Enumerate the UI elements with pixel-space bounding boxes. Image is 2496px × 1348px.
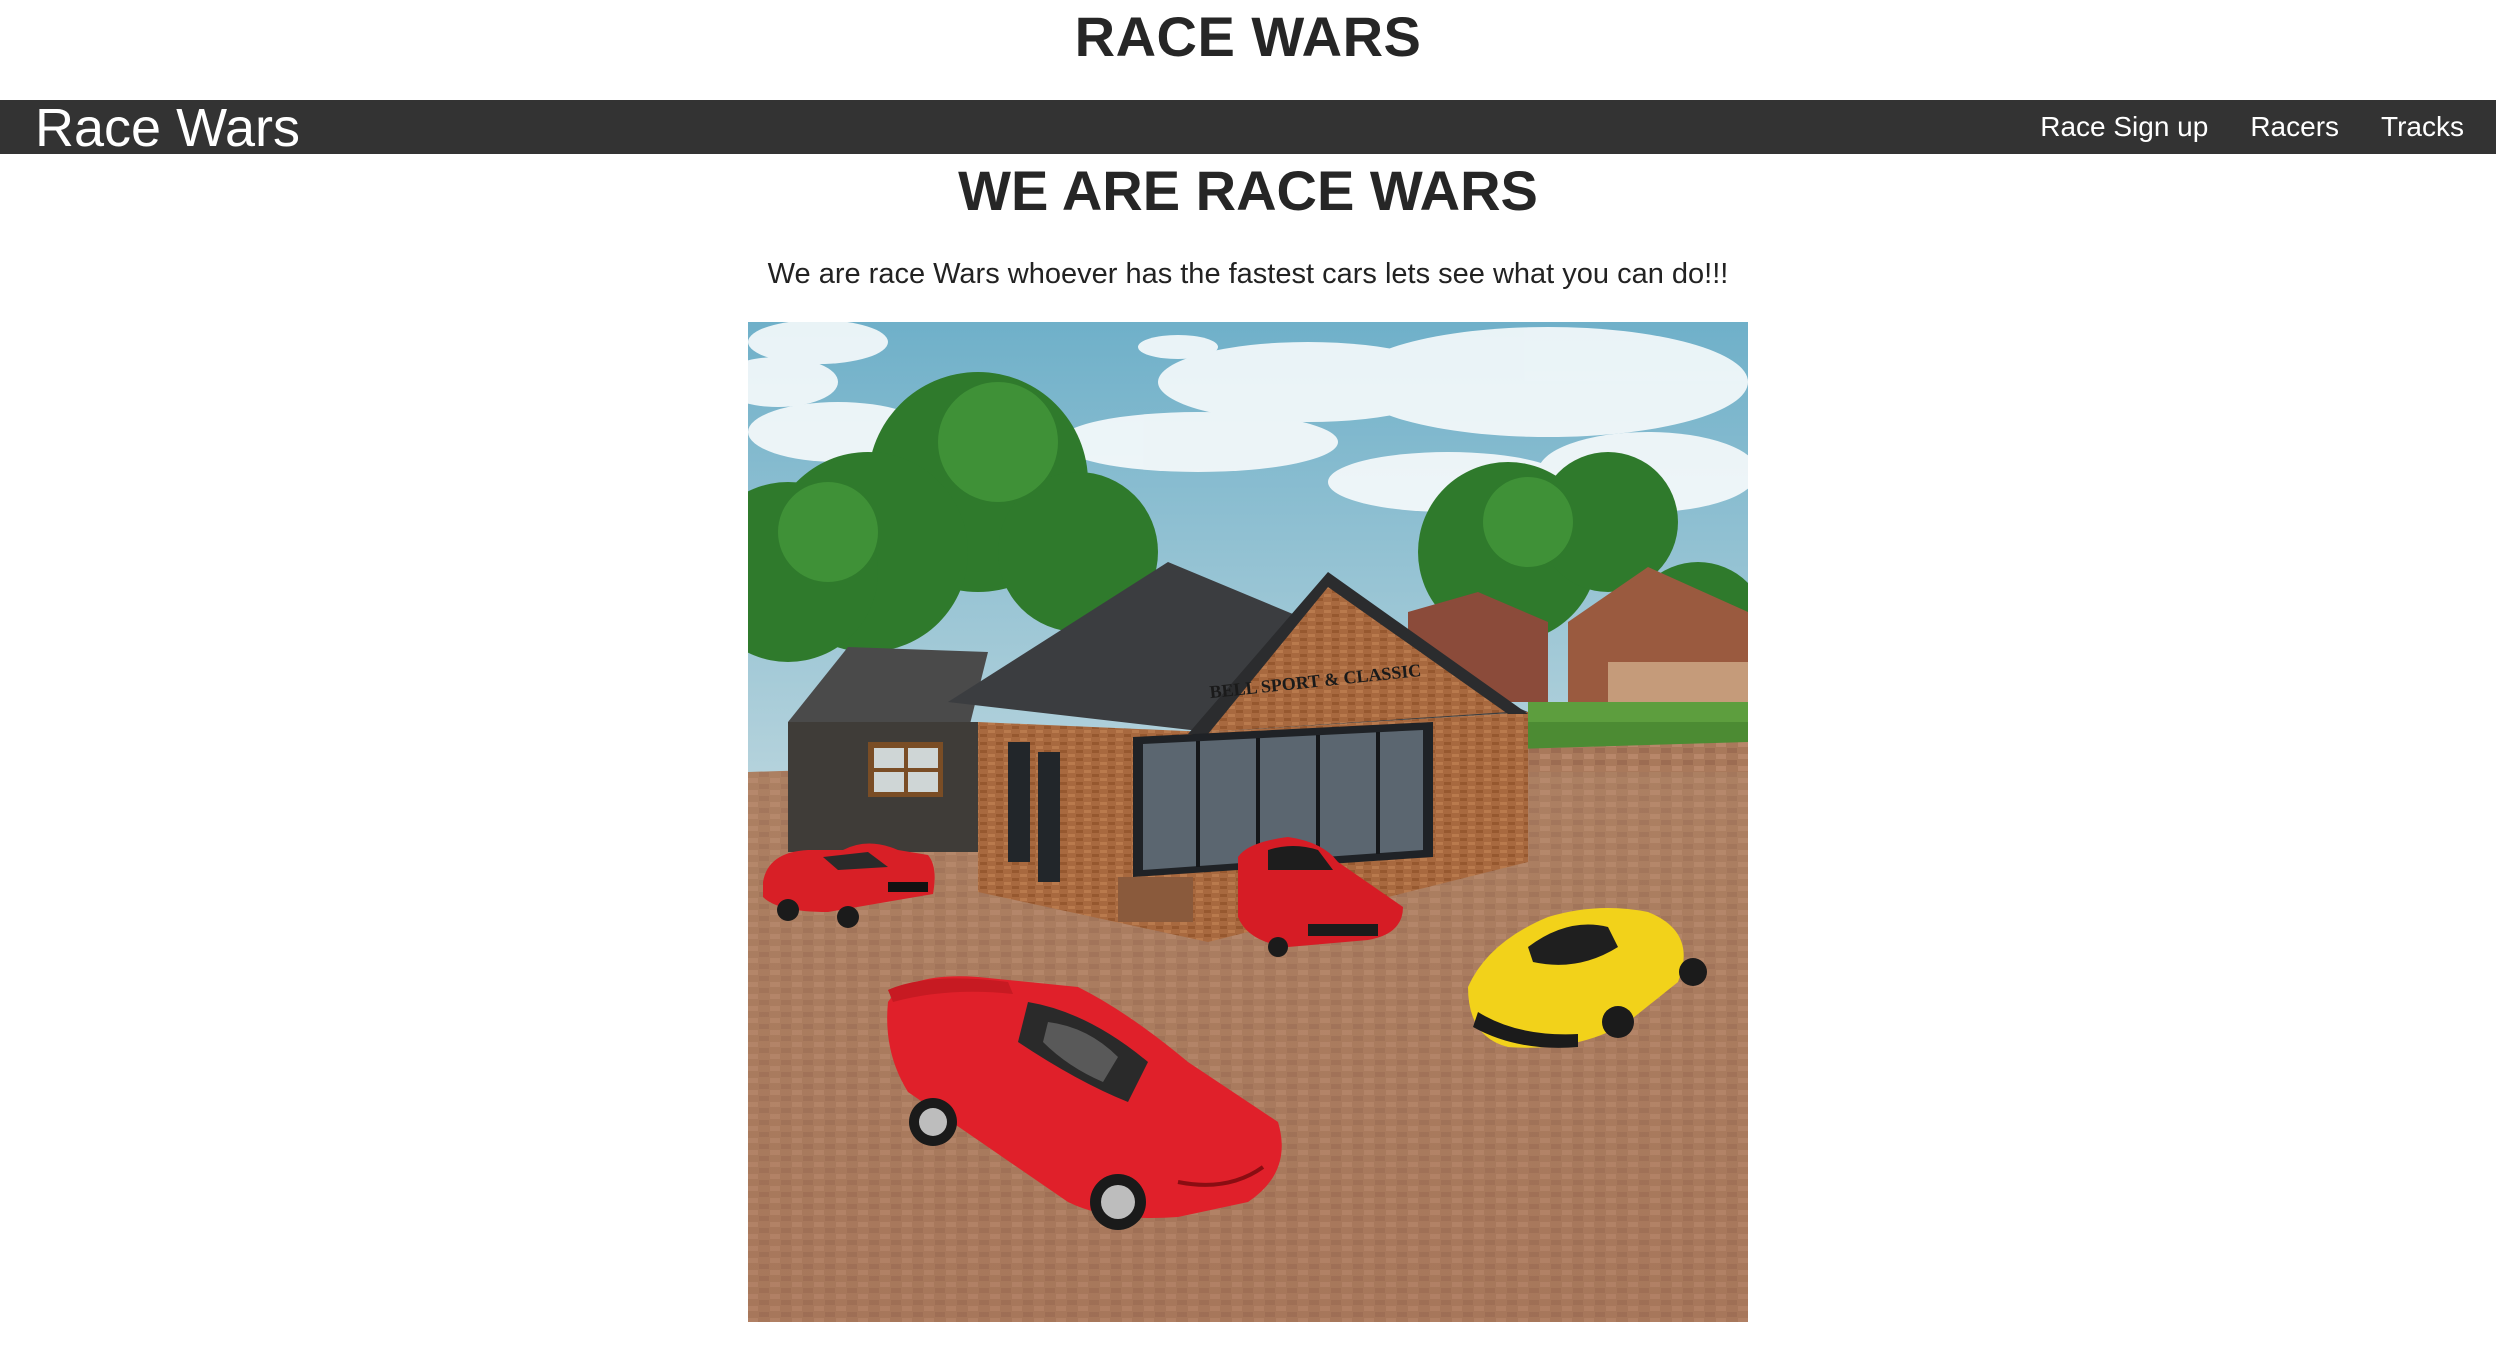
site-title: RACE WARS	[1074, 5, 1422, 68]
hero-heading: WE ARE RACE WARS	[958, 159, 1538, 222]
brand-link[interactable]: Race Wars	[35, 100, 300, 156]
nav-links: Race Sign up Racers Tracks	[1998, 100, 2464, 154]
nav-link-racers[interactable]: Racers	[2250, 111, 2339, 143]
navbar: Race Wars Race Sign up Racers Tracks	[0, 100, 2496, 156]
hero-text: We are race Wars whoever has the fastest…	[767, 258, 1729, 290]
nav-link-race-sign-up[interactable]: Race Sign up	[2040, 111, 2208, 143]
nav-link-tracks[interactable]: Tracks	[2381, 111, 2464, 143]
hero-image-cars-showroom: BELL SPORT & CLASSIC	[748, 322, 1748, 1322]
